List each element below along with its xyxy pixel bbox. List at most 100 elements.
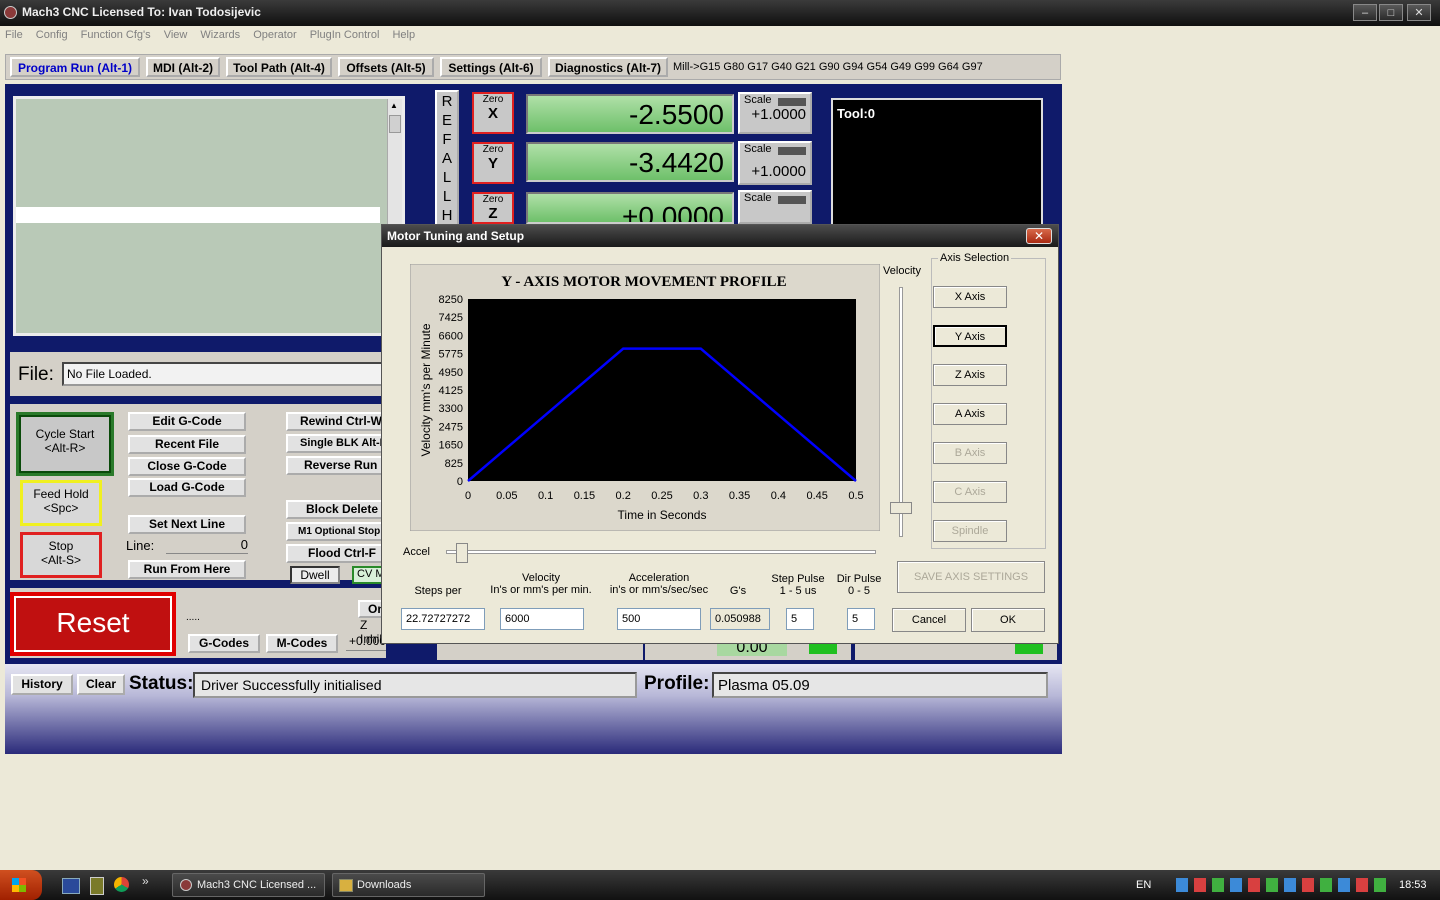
status-band: History Clear Status: Driver Successfull…: [5, 664, 1062, 754]
window-title: Mach3 CNC Licensed To: Ivan Todosijevic: [22, 5, 261, 19]
zero-z-button[interactable]: Zero Z: [472, 192, 514, 224]
ref-all-home-button[interactable]: R E F A L L H: [435, 90, 459, 228]
gs-label: G's: [729, 585, 747, 597]
menu-plugin-control[interactable]: PlugIn Control: [305, 26, 385, 41]
y-tick-label: 825: [445, 458, 463, 470]
feed-hold-button[interactable]: Feed Hold <Spc>: [23, 483, 99, 523]
velocity-slider-thumb[interactable]: [890, 502, 912, 514]
motor-profile-chart: Y - AXIS MOTOR MOVEMENT PROFILE 0 825 1650…: [410, 264, 880, 531]
z-axis-button[interactable]: Z Axis: [933, 364, 1007, 386]
m1-optional-stop-button[interactable]: M1 Optional Stop: [286, 522, 386, 541]
chrome-icon[interactable]: [114, 877, 129, 892]
tab-diagnostics[interactable]: Diagnostics (Alt-7): [548, 57, 668, 77]
zero-x-button[interactable]: Zero X: [472, 92, 514, 134]
velocity-input[interactable]: 6000: [500, 608, 584, 630]
dialog-close-icon[interactable]: ✕: [1026, 228, 1052, 244]
menu-wizards[interactable]: Wizards: [195, 26, 245, 41]
tab-mdi[interactable]: MDI (Alt-2): [146, 57, 220, 77]
chart-title: Y - AXIS MOTOR MOVEMENT PROFILE: [501, 274, 786, 290]
load-gcode-button[interactable]: Load G-Code: [128, 478, 246, 497]
x-tick-label: 0.25: [651, 490, 672, 502]
reset-area: Reset ..... On Z Inhibit +0.000 G-Codes …: [10, 588, 392, 658]
start-button[interactable]: [0, 870, 42, 900]
step-pulse-input[interactable]: 5: [786, 608, 814, 630]
acceleration-input[interactable]: 500: [617, 608, 701, 630]
reverse-run-button[interactable]: Reverse Run: [286, 456, 386, 475]
gcode-display[interactable]: ▲: [13, 96, 405, 336]
zero-y-button[interactable]: Zero Y: [472, 142, 514, 184]
menu-help[interactable]: Help: [387, 26, 420, 41]
close-gcode-button[interactable]: Close G-Code: [128, 457, 246, 476]
accel-slider-track[interactable]: [446, 550, 876, 554]
file-label: File:: [18, 364, 54, 385]
set-next-line-button[interactable]: Set Next Line: [128, 515, 246, 534]
flood-button[interactable]: Flood Ctrl-F: [286, 544, 386, 563]
run-from-here-button[interactable]: Run From Here: [128, 560, 246, 579]
menu-file[interactable]: File: [0, 26, 28, 41]
y-tick-label: 3300: [439, 403, 463, 415]
rewind-button[interactable]: Rewind Ctrl-W: [286, 412, 386, 431]
mcodes-button[interactable]: M-Codes: [266, 634, 338, 653]
x-tick-label: 0.15: [574, 490, 595, 502]
history-button[interactable]: History: [11, 674, 73, 695]
dir-pulse-label: Dir Pulse 0 - 5: [836, 573, 882, 597]
dots-label: .....: [186, 612, 200, 623]
cycle-start-button[interactable]: Cycle Start <Alt-R>: [19, 415, 111, 473]
y-tick-label: 1650: [439, 440, 463, 452]
language-indicator[interactable]: EN: [1136, 879, 1151, 891]
tab-bar: Program Run (Alt-1) MDI (Alt-2) Tool Pat…: [5, 54, 1061, 80]
close-window-button[interactable]: ✕: [1407, 4, 1431, 21]
cycle-start-frame: Cycle Start <Alt-R>: [16, 412, 114, 476]
acceleration-label: Acceleration in's or mm's/sec/sec: [609, 572, 709, 596]
menu-operator[interactable]: Operator: [248, 26, 301, 41]
dir-pulse-input[interactable]: 5: [847, 608, 875, 630]
stop-button[interactable]: Stop <Alt-S>: [23, 535, 99, 575]
taskbar-mach3[interactable]: Mach3 CNC Licensed ...: [172, 873, 325, 897]
scroll-up-icon: ▲: [390, 101, 398, 110]
maximize-button[interactable]: □: [1379, 4, 1403, 21]
accel-slider-thumb[interactable]: [456, 543, 468, 563]
menu-function-cfgs[interactable]: Function Cfg's: [76, 26, 156, 41]
minimize-button[interactable]: –: [1353, 4, 1377, 21]
scroll-thumb[interactable]: [389, 115, 401, 133]
line-field[interactable]: 0: [166, 537, 248, 554]
edit-gcode-button[interactable]: Edit G-Code: [128, 412, 246, 431]
single-block-button[interactable]: Single BLK Alt-N: [286, 434, 386, 453]
clear-button[interactable]: Clear: [77, 674, 125, 695]
recent-file-button[interactable]: Recent File: [128, 435, 246, 454]
y-axis-button[interactable]: Y Axis: [933, 325, 1007, 347]
tab-offsets[interactable]: Offsets (Alt-5): [338, 57, 434, 77]
scale-z-led: [778, 196, 806, 204]
system-tray-icons[interactable]: [1176, 878, 1390, 892]
cancel-button[interactable]: Cancel: [892, 608, 966, 632]
x-axis-button[interactable]: X Axis: [933, 286, 1007, 308]
scale-y: Scale +1.0000: [738, 141, 812, 185]
gcodes-button[interactable]: G-Codes: [188, 634, 260, 653]
dialog-title: Motor Tuning and Setup: [382, 225, 1058, 247]
windows-logo-icon: [12, 878, 26, 892]
a-axis-button[interactable]: A Axis: [933, 403, 1007, 425]
profile-field: Plasma 05.09: [712, 672, 1048, 698]
quicklaunch-more-icon[interactable]: »: [142, 874, 149, 888]
velocity-slider-track[interactable]: [899, 287, 903, 537]
block-delete-button[interactable]: Block Delete: [286, 500, 386, 519]
menu-config[interactable]: Config: [31, 26, 73, 41]
steps-per-input[interactable]: 22.72727272: [401, 608, 485, 630]
taskbar-downloads[interactable]: Downloads: [332, 873, 485, 897]
spindle-axis-button: Spindle: [933, 520, 1007, 542]
ok-button[interactable]: OK: [971, 608, 1045, 632]
quicklaunch-app-icon[interactable]: [90, 877, 104, 895]
tab-program-run[interactable]: Program Run (Alt-1): [10, 57, 140, 77]
app-icon: [4, 6, 17, 19]
tab-settings[interactable]: Settings (Alt-6): [440, 57, 542, 77]
reset-frame: Reset: [10, 592, 176, 656]
status-field: Driver Successfully initialised: [193, 672, 637, 698]
menu-view[interactable]: View: [159, 26, 193, 41]
accel-slider-label: Accel: [403, 546, 430, 558]
axis-selection-title: Axis Selection: [938, 252, 1012, 264]
stop-frame: Stop <Alt-S>: [20, 532, 102, 578]
tab-tool-path[interactable]: Tool Path (Alt-4): [226, 57, 332, 77]
reset-button[interactable]: Reset: [14, 596, 172, 652]
ref-letter: A: [441, 150, 452, 167]
show-desktop-icon[interactable]: [62, 878, 80, 894]
